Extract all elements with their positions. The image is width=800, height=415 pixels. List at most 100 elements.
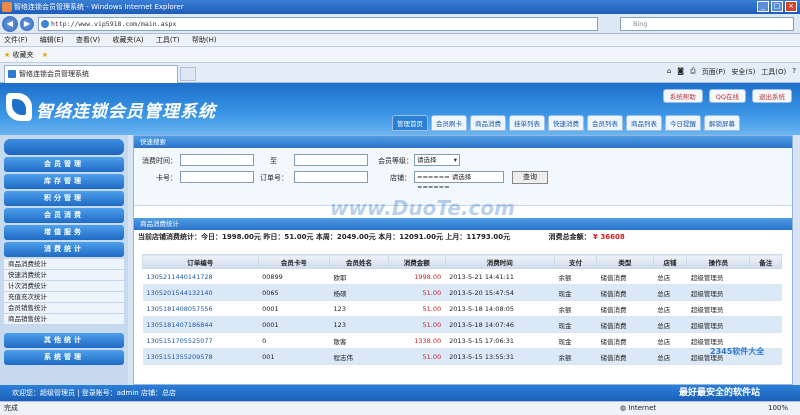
table-row[interactable]: 1305151355209578 001 程志伟 51.00 2013-5-15 13:… xyxy=(142,348,782,365)
table-cell: 1998.00 xyxy=(388,268,446,285)
sidebar-item-system[interactable]: 系统管理 xyxy=(4,350,124,365)
table-row[interactable]: 1305211440141728 00899 欧耶 1998.00 2013-5-21 … xyxy=(142,268,782,285)
help-icon[interactable]: ? xyxy=(792,67,796,77)
nav-member-list[interactable]: 会员列表 xyxy=(587,115,623,131)
order-id-link[interactable]: 1305151705525077 xyxy=(142,332,259,349)
minimize-button[interactable]: _ xyxy=(757,1,769,12)
nav-goods-list[interactable]: 商品列表 xyxy=(626,115,662,131)
sidebar-sub-goods-stats[interactable]: 商品消费统计 xyxy=(4,259,124,270)
sidebar-item-member[interactable]: 会员管理 xyxy=(4,157,124,172)
table-cell: 储值消费 xyxy=(596,348,654,365)
feed-icon[interactable]: ◙ xyxy=(677,67,684,77)
sidebar-sub-quick-stats[interactable]: 快速消费统计 xyxy=(4,270,124,281)
sidebar-item-stock[interactable]: 库存管理 xyxy=(4,174,124,189)
table-cell: 2013-5-15 13:55:31 xyxy=(445,348,555,365)
table-row[interactable]: 1305181408057556 0001 123 51.00 2013-5-18 14… xyxy=(142,300,782,317)
browser-tab[interactable]: 智络连锁会员管理系统 xyxy=(4,65,178,83)
level-select[interactable]: 请选择 ▾ xyxy=(414,154,460,166)
table-cell: 0001 xyxy=(258,300,330,317)
logout-button[interactable]: 退出系统 xyxy=(752,89,792,103)
qq-online-button[interactable]: QQ在线 xyxy=(708,89,746,103)
zoom-control[interactable]: 100% xyxy=(768,402,788,415)
table-cell: 超级管理员 xyxy=(686,300,750,317)
store-label: 店铺： xyxy=(390,174,411,182)
table-cell: 总店 xyxy=(653,300,687,317)
sidebar-sub-recharge-stats[interactable]: 充值充次统计 xyxy=(4,292,124,303)
sidebar-item-consume[interactable]: 会员消费 xyxy=(4,208,124,223)
status-text: 完成 xyxy=(4,404,18,412)
home-icon[interactable]: ⌂ xyxy=(667,67,671,77)
sidebar-sub-member-sales[interactable]: 会员销售统计 xyxy=(4,303,124,314)
menu-help[interactable]: 帮助(H) xyxy=(192,36,217,44)
consume-table: 订单编号 会员卡号 会员姓名 消费金额 消费时间 支付 类型 店铺 操作员 备注… xyxy=(142,254,782,365)
search-panel-title: 快速搜索 xyxy=(134,136,792,148)
help-button[interactable]: 系统帮助 xyxy=(662,89,703,103)
system-name: 智络连锁会员管理系统 xyxy=(36,102,216,122)
table-cell: 001 xyxy=(258,348,330,365)
table-cell xyxy=(749,284,782,301)
card-input[interactable] xyxy=(180,171,254,183)
nav-home[interactable]: 管理首页 xyxy=(392,115,428,131)
cmd-safety[interactable]: 安全(S) xyxy=(731,67,755,77)
order-id-link[interactable]: 1305201544132140 xyxy=(142,284,259,301)
nav-unlock-screen[interactable]: 解锁屏幕 xyxy=(704,115,740,131)
forward-button[interactable]: ▶ xyxy=(20,17,34,31)
menu-edit[interactable]: 编辑(E) xyxy=(40,36,64,44)
search-input[interactable]: Bing xyxy=(620,17,794,31)
status-bar: 完成 ◍ Internet 100% xyxy=(0,401,800,415)
table-row[interactable]: 1305201544132140 0065 杨硕 51.00 2013-5-20 15:… xyxy=(142,284,782,301)
url-input[interactable]: http://www.vip5918.com/main.aspx xyxy=(38,17,598,31)
globe-icon: ◍ xyxy=(620,404,627,412)
table-cell: 超级管理员 xyxy=(686,284,750,301)
nav-today-remind[interactable]: 今日提醒 xyxy=(665,115,701,131)
menu-view[interactable]: 查看(V) xyxy=(76,36,100,44)
sidebar-item-vas[interactable]: 增值服务 xyxy=(4,225,124,240)
add-favorite-icon[interactable]: ★ xyxy=(42,51,48,59)
nav-goods-consume[interactable]: 商品消费 xyxy=(470,115,506,131)
order-id-link[interactable]: 1305151355209578 xyxy=(142,348,259,365)
order-id-link[interactable]: 1305211440141728 xyxy=(142,268,259,285)
maximize-button[interactable]: □ xyxy=(771,1,783,12)
query-button[interactable]: 查询 xyxy=(512,171,548,184)
tab-icon xyxy=(8,70,16,78)
menu-tools[interactable]: 工具(T) xyxy=(156,36,180,44)
menu-favorites[interactable]: 收藏夹(A) xyxy=(112,36,143,44)
table-cell: 余额 xyxy=(554,300,597,317)
favorites-button[interactable]: 收藏夹 xyxy=(13,51,34,59)
order-input[interactable] xyxy=(294,171,368,183)
order-id-link[interactable]: 1305181407186844 xyxy=(142,316,259,333)
nav-quick-consume[interactable]: 快速消费 xyxy=(548,115,584,131)
sidebar-sub-count-stats[interactable]: 计次消费统计 xyxy=(4,281,124,292)
table-cell xyxy=(749,316,782,333)
table-row[interactable]: 1305151705525077 0 散客 1338.00 2013-5-15 17:0… xyxy=(142,332,782,349)
end-time-input[interactable] xyxy=(294,154,368,166)
nav-card-swipe[interactable]: 会员刷卡 xyxy=(431,115,467,131)
store-select[interactable]: ====== 请选择 ====== xyxy=(414,171,504,191)
sidebar-item-stats[interactable]: 消费统计 xyxy=(4,242,124,257)
sidebar-item-other-stats[interactable]: 其他统计 xyxy=(4,333,124,348)
back-button[interactable]: ◀ xyxy=(2,16,18,32)
order-id-link[interactable]: 1305181408057556 xyxy=(142,300,259,317)
sidebar-sub-goods-sales[interactable]: 商品销售统计 xyxy=(4,314,124,325)
table-row[interactable]: 1305181407186844 0001 123 51.00 2013-5-18 14… xyxy=(142,316,782,333)
close-button[interactable]: × xyxy=(785,1,797,12)
start-time-input[interactable] xyxy=(180,154,254,166)
ie-icon xyxy=(2,2,12,12)
order-label: 订单号： xyxy=(260,174,288,182)
app-header: 智络连锁会员管理系统 系统帮助 QQ在线 退出系统 管理首页 会员刷卡 商品消费… xyxy=(0,83,800,135)
cmd-page[interactable]: 页面(P) xyxy=(702,67,726,77)
nav-hold-list[interactable]: 挂单列表 xyxy=(509,115,545,131)
tab-bar: 智络连锁会员管理系统 ⌂ ◙ ⎙ 页面(P) 安全(S) 工具(O) ? xyxy=(0,63,800,83)
table-cell: 2013-5-20 15:47:54 xyxy=(445,284,555,301)
cmd-tools[interactable]: 工具(O) xyxy=(761,67,786,77)
sidebar: 会员管理 库存管理 积分管理 会员消费 增值服务 消费统计 商品消费统计 快速消… xyxy=(0,135,128,385)
card-label: 卡号： xyxy=(156,174,177,182)
table-cell: 散客 xyxy=(329,332,389,349)
table-cell: 0065 xyxy=(258,284,330,301)
new-tab-button[interactable] xyxy=(180,67,196,81)
total-amount: ¥ 36608 xyxy=(593,233,625,241)
menu-file[interactable]: 文件(F) xyxy=(4,36,28,44)
print-icon[interactable]: ⎙ xyxy=(690,67,696,77)
sidebar-item-points[interactable]: 积分管理 xyxy=(4,191,124,206)
table-cell: 51.00 xyxy=(388,284,446,301)
